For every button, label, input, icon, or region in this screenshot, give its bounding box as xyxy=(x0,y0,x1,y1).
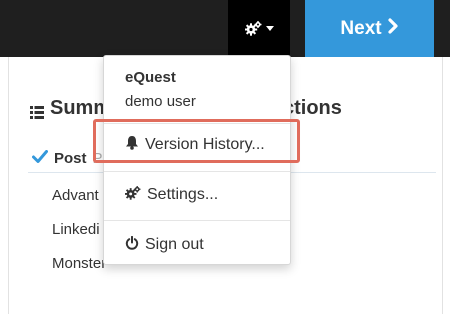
tab-post-label: Post xyxy=(54,149,87,167)
menu-divider xyxy=(104,171,290,172)
summary-heading: Summ ctions xyxy=(30,96,342,120)
next-button[interactable]: Next xyxy=(305,0,434,57)
list-icon xyxy=(30,102,44,119)
version-history-highlight xyxy=(93,119,300,163)
tab-post[interactable]: Post P xyxy=(32,148,103,168)
menu-item-settings[interactable]: Settings... xyxy=(124,184,219,206)
summary-heading-start: Summ xyxy=(50,96,112,119)
menu-item-label: Sign out xyxy=(145,236,204,253)
menu-divider xyxy=(104,220,290,221)
topbar-edge xyxy=(434,0,450,57)
next-button-label: Next xyxy=(340,17,382,39)
caret-down-icon xyxy=(265,26,274,31)
list-item[interactable]: Advant xyxy=(52,187,99,204)
user-role: demo user xyxy=(125,93,196,110)
menu-item-label: Settings... xyxy=(147,186,219,203)
power-icon xyxy=(125,235,139,255)
user-name: eQuest xyxy=(125,69,176,86)
settings-dropdown-toggle[interactable] xyxy=(228,0,290,57)
gears-icon xyxy=(124,185,141,205)
check-icon xyxy=(32,149,48,167)
menu-item-sign-out[interactable]: Sign out xyxy=(125,234,204,256)
list-item[interactable]: Linkedi xyxy=(52,221,100,238)
summary-heading-end: ctions xyxy=(283,97,342,119)
chevron-right-icon xyxy=(387,17,399,40)
gears-icon xyxy=(244,21,262,36)
list-item[interactable]: Monster xyxy=(52,255,106,272)
